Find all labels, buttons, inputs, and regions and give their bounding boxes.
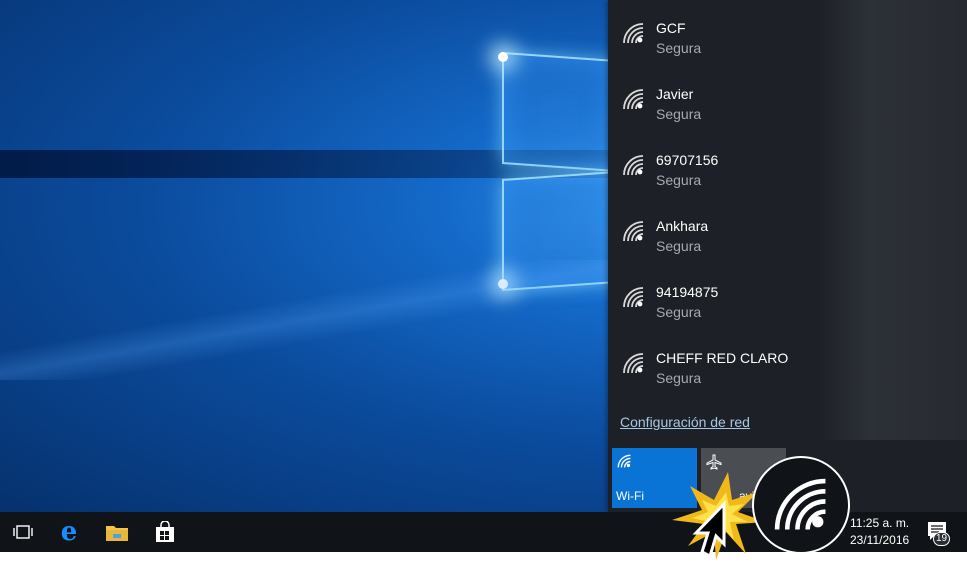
system-clock[interactable]: 11:25 a. m. 23/11/2016 — [850, 515, 909, 549]
network-status: Segura — [656, 40, 702, 56]
network-name: GCF — [656, 20, 686, 36]
network-item[interactable]: CHEFF RED CLARO Segura — [608, 330, 818, 392]
flyout-backdrop-blur — [817, 0, 967, 440]
network-item[interactable]: 69707156 Segura — [608, 132, 818, 194]
wifi-signal-icon — [623, 287, 644, 308]
network-flyout: GCF Segura Javier Segura 69707156 Segura — [608, 0, 967, 512]
clock-date: 23/11/2016 — [850, 533, 910, 547]
edge-icon: e — [60, 517, 78, 547]
network-name: 69707156 — [656, 152, 719, 168]
network-name: 94194875 — [656, 284, 719, 300]
wifi-signal-icon — [623, 221, 644, 242]
network-settings-link[interactable]: Configuración de red — [620, 414, 750, 430]
wifi-tile-label: Wi-Fi — [616, 489, 644, 503]
folder-icon — [106, 526, 128, 541]
wifi-signal-icon — [623, 23, 644, 44]
store-bag-icon — [156, 521, 174, 542]
task-view-button[interactable] — [0, 512, 46, 552]
network-item[interactable]: GCF Segura — [608, 0, 818, 62]
wifi-tray-zoom[interactable] — [752, 456, 850, 554]
network-name: Javier — [656, 86, 694, 102]
wifi-icon — [617, 454, 631, 468]
clock-time: 11:25 a. m. — [850, 516, 910, 530]
network-status: Segura — [656, 238, 702, 254]
wifi-signal-icon — [623, 89, 644, 110]
wifi-signal-icon — [623, 353, 644, 374]
network-status: Segura — [656, 172, 702, 188]
screen-bottom-edge — [0, 552, 967, 563]
mouse-pointer-icon — [692, 500, 726, 559]
network-item[interactable]: Javier Segura — [608, 66, 818, 128]
network-status: Segura — [656, 106, 702, 122]
task-view-icon — [13, 525, 33, 539]
network-status: Segura — [656, 304, 702, 320]
network-status: Segura — [656, 370, 702, 386]
network-item[interactable]: 94194875 Segura — [608, 264, 818, 326]
store-button[interactable] — [142, 512, 188, 552]
wifi-signal-icon — [623, 155, 644, 176]
edge-browser-button[interactable]: e — [46, 512, 92, 552]
wifi-tray-icon — [774, 478, 826, 530]
network-item[interactable]: Ankhara Segura — [608, 198, 818, 260]
network-name: CHEFF RED CLARO — [656, 350, 789, 366]
file-explorer-button[interactable] — [94, 512, 140, 552]
network-name: Ankhara — [656, 218, 709, 234]
notification-count-badge: 19 — [933, 532, 951, 546]
